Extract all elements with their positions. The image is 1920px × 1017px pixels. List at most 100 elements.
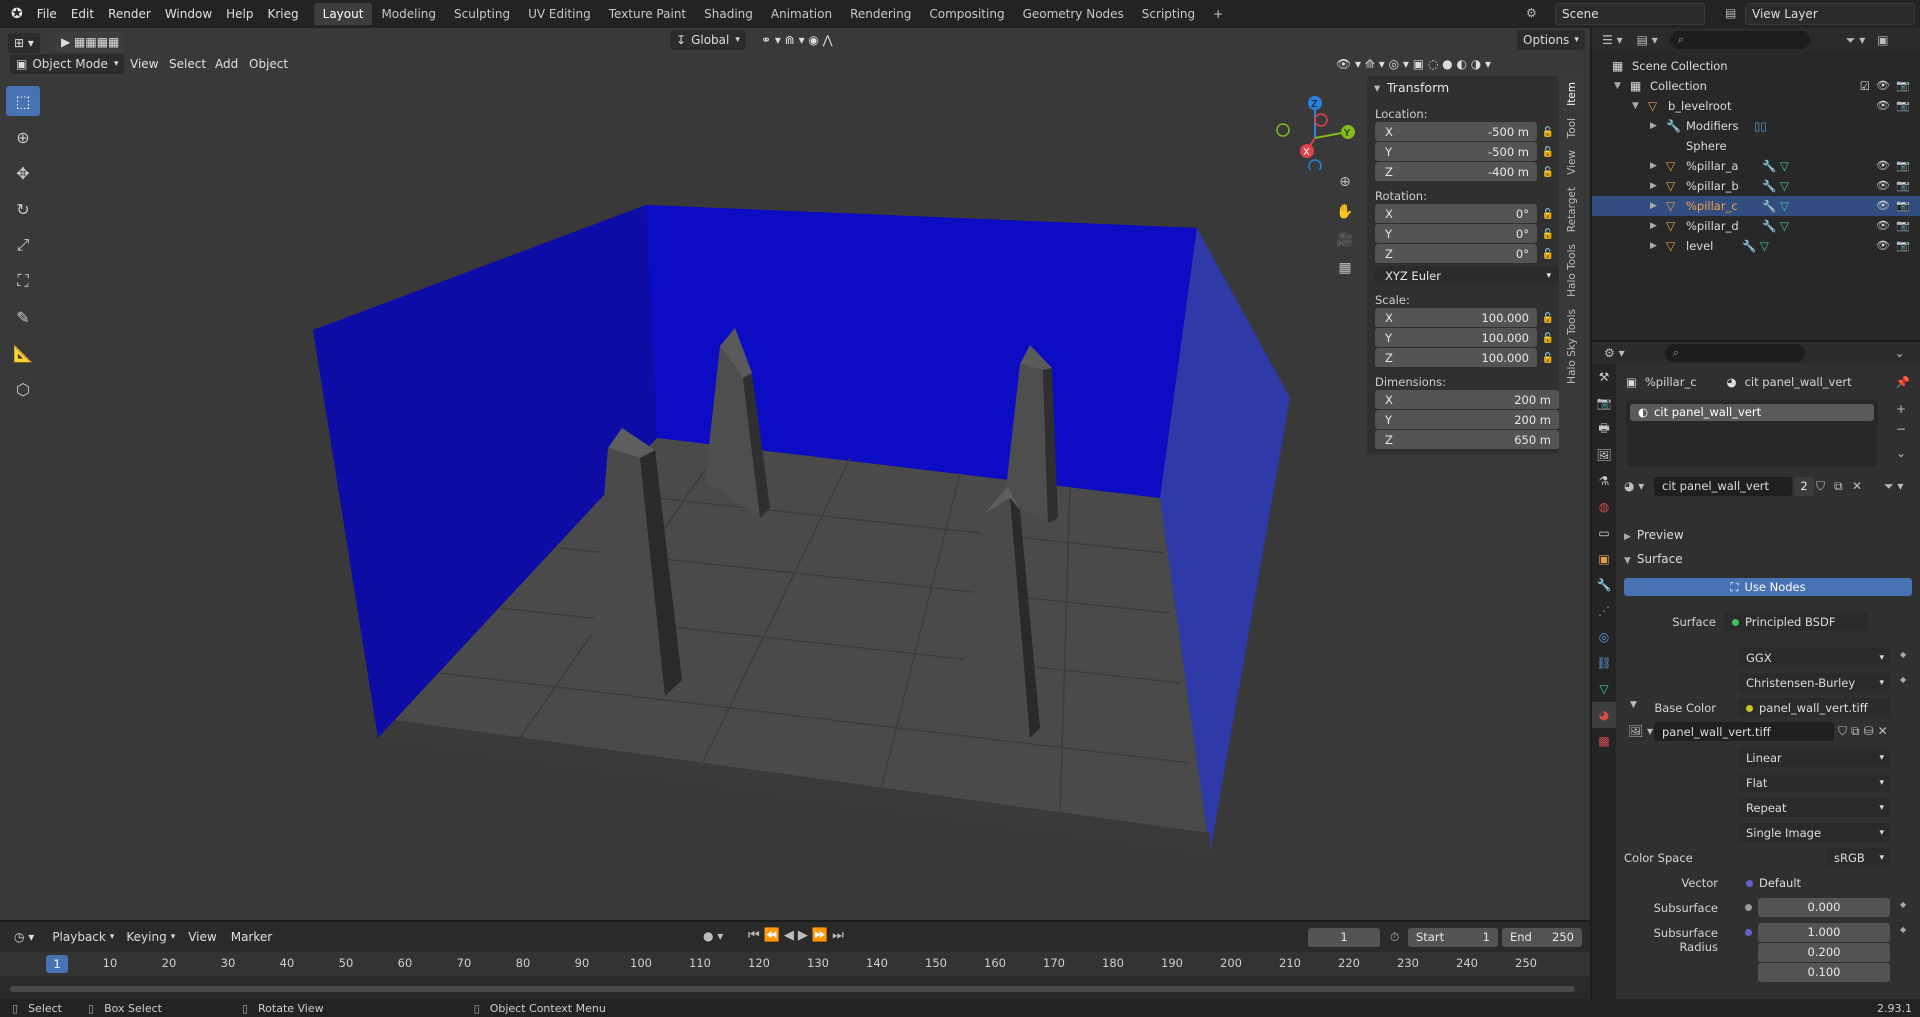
vector-field[interactable]: Default	[1738, 873, 1890, 892]
output-tab-icon[interactable]: 🖶	[1592, 416, 1616, 442]
lock-icon[interactable]: 🔓	[1537, 229, 1559, 240]
end-frame-field[interactable]: End 250	[1502, 928, 1582, 947]
source-dropdown[interactable]: Single Image ▾	[1738, 823, 1890, 842]
view-layer-tab-icon[interactable]: 🖼	[1592, 442, 1616, 468]
eye-icon[interactable]: 👁	[1876, 76, 1890, 96]
location-z-field[interactable]: Z -400 m	[1375, 162, 1537, 181]
world-tab-icon[interactable]: ◍	[1592, 494, 1616, 520]
timeline-scrollbar[interactable]	[10, 986, 1575, 992]
lock-icon[interactable]: 🔓	[1537, 249, 1559, 260]
camera-icon[interactable]: 📷	[1896, 76, 1910, 96]
lock-icon[interactable]: 🔓	[1537, 353, 1559, 364]
object-mode-dropdown[interactable]: ▣ Object Mode ▾	[10, 54, 125, 74]
surface-section[interactable]: ▼ Surface	[1624, 552, 1683, 566]
checkbox-icon[interactable]: ☑	[1860, 76, 1870, 96]
tab-layout[interactable]: Layout	[313, 3, 373, 25]
material-slot[interactable]: ◐ cit panel_wall_vert	[1630, 404, 1874, 421]
tab-shading[interactable]: Shading	[695, 3, 762, 25]
outliner-row-b-levelroot[interactable]: ▼ ▽ b_levelroot 👁 📷	[1592, 96, 1920, 116]
menu-file[interactable]: File	[30, 2, 64, 26]
viewport-menu-view[interactable]: View	[123, 52, 165, 76]
dimensions-z-field[interactable]: Z 650 m	[1375, 430, 1559, 449]
viewport-menu-select[interactable]: Select	[162, 52, 213, 76]
zoom-icon[interactable]: ⊕	[1333, 170, 1357, 194]
camera-icon[interactable]: 📷	[1896, 236, 1910, 256]
tab-geometry-nodes[interactable]: Geometry Nodes	[1014, 3, 1133, 25]
outliner-row-pillar-a[interactable]: ▶ ▽ %pillar_a 🔧 ▽ 👁 📷	[1592, 156, 1920, 176]
options-dropdown[interactable]: Options ▾	[1517, 30, 1585, 50]
lock-icon[interactable]: 🔓	[1537, 167, 1559, 178]
rotation-y-field[interactable]: Y 0°	[1375, 224, 1537, 243]
dimensions-y-field[interactable]: Y 200 m	[1375, 410, 1559, 429]
node-filter-icon[interactable]: ⏷ ▾	[1884, 479, 1903, 494]
tab-halo-tools[interactable]: Halo Tools	[1563, 238, 1581, 303]
scale-y-field[interactable]: Y 100.000	[1375, 328, 1537, 347]
tab-halo-sky-tools[interactable]: Halo Sky Tools	[1563, 303, 1581, 390]
perspective-grid-icon[interactable]: ▦	[1333, 256, 1357, 280]
shading-mode-icons[interactable]: 👁 ▾ ⟰ ▾ ◎ ▾ ▣ ◌ ● ◐ ◑ ▾	[1330, 54, 1497, 74]
rotate-tool-icon[interactable]: ↻	[6, 194, 40, 224]
location-x-field[interactable]: X -500 m	[1375, 122, 1537, 141]
timeline-view-menu[interactable]: View	[181, 925, 223, 949]
move-tool-icon[interactable]: ✥	[6, 158, 40, 188]
outliner-editor-icon[interactable]: ☰ ▾	[1602, 33, 1623, 47]
lock-icon[interactable]: 🔓	[1537, 209, 1559, 220]
physics-tab-icon[interactable]: ◎	[1592, 624, 1616, 650]
image-browse-icon[interactable]: 🖼 ▾	[1628, 724, 1653, 738]
outliner-row-pillar-c[interactable]: ▶ ▽ %pillar_c 🔧 ▽ 👁 📷	[1592, 196, 1920, 216]
stopwatch-icon[interactable]: ⏱	[1390, 930, 1399, 945]
rotation-mode-dropdown[interactable]: XYZ Euler ▾	[1375, 266, 1559, 285]
base-color-field[interactable]: panel_wall_vert.tiff	[1738, 698, 1890, 717]
outliner-row-pillar-d[interactable]: ▶ ▽ %pillar_d 🔧 ▽ 👁 📷	[1592, 216, 1920, 236]
interpolation-dropdown[interactable]: Linear ▾	[1738, 748, 1890, 767]
menu-krieg[interactable]: Krieg	[261, 2, 306, 26]
start-frame-field[interactable]: Start 1	[1408, 928, 1498, 947]
subsurface-method-dropdown[interactable]: Christensen-Burley ▾	[1738, 673, 1890, 692]
lock-icon[interactable]: 🔓	[1537, 127, 1559, 138]
subsurface-radius-x[interactable]: 1.000	[1758, 923, 1890, 942]
pivot-snap-icons[interactable]: ⚭ ▾ ⋒ ▾ ◉ ⋀	[755, 30, 839, 50]
surface-shader-field[interactable]: Principled BSDF	[1724, 612, 1868, 631]
keying-menu[interactable]: Keying ▾	[120, 927, 181, 947]
filter-icon[interactable]: ⏷ ▾	[1846, 33, 1865, 48]
expand-icon[interactable]: ▼	[1614, 76, 1621, 96]
annotate-tool-icon[interactable]: ✎	[6, 302, 40, 332]
transform-header[interactable]: Transform	[1367, 76, 1559, 100]
eye-icon[interactable]: 👁	[1876, 96, 1890, 116]
new-collection-icon[interactable]: ▣	[1877, 33, 1888, 47]
viewport-menu-add[interactable]: Add	[208, 52, 245, 76]
outliner-row-modifiers[interactable]: ▶ 🔧 Modifiers ▯▯	[1592, 116, 1920, 136]
slot-menu-icon[interactable]: ⌄	[1896, 446, 1906, 460]
viewport-menu-object[interactable]: Object	[242, 52, 295, 76]
material-tab-icon[interactable]: ◕	[1592, 702, 1616, 728]
expand-icon[interactable]: ▶	[1650, 116, 1657, 136]
camera-icon[interactable]: 📷	[1896, 96, 1910, 116]
image-icons[interactable]: ⛉⧉⛁✕	[1838, 724, 1892, 739]
rotation-z-field[interactable]: Z 0°	[1375, 244, 1537, 263]
eye-icon[interactable]: 👁	[1876, 196, 1890, 216]
unlink-icon[interactable]: ✕	[1852, 479, 1862, 493]
current-frame-field[interactable]: 1	[1308, 928, 1380, 947]
pan-hand-icon[interactable]: ✋	[1333, 200, 1357, 224]
editor-type-button[interactable]: ⊞ ▾	[8, 33, 40, 53]
eye-icon[interactable]: 👁	[1876, 176, 1890, 196]
camera-icon[interactable]: 🎥	[1333, 228, 1357, 252]
outliner-row-scene-collection[interactable]: ▦ Scene Collection	[1592, 56, 1920, 76]
outliner-row-pillar-b[interactable]: ▶ ▽ %pillar_b 🔧 ▽ 👁 📷	[1592, 176, 1920, 196]
outliner-row-collection[interactable]: ▼ ▦ Collection ☑ 👁 📷	[1592, 76, 1920, 96]
menu-help[interactable]: Help	[219, 2, 260, 26]
expand-icon[interactable]: ▶	[1650, 196, 1657, 216]
select-mode-icons[interactable]: ▶ ▦▦▦▦	[55, 32, 126, 52]
camera-icon[interactable]: 📷	[1896, 156, 1910, 176]
fake-user-icon[interactable]: ⛉	[1816, 479, 1825, 494]
collection-tab-icon[interactable]: ▭	[1592, 520, 1616, 546]
menu-render[interactable]: Render	[101, 2, 158, 26]
preview-section[interactable]: ▶ Preview	[1624, 528, 1684, 542]
duplicate-icon[interactable]: ⧉	[1834, 479, 1843, 494]
transform-orientation-dropdown[interactable]: ↧ Global ▾	[670, 30, 746, 50]
subsurface-field[interactable]: 0.000	[1758, 898, 1890, 917]
lock-icon[interactable]: 🔓	[1537, 313, 1559, 324]
properties-search[interactable]: ⌕	[1664, 344, 1805, 362]
timeline-editor-type[interactable]: ◷ ▾	[8, 927, 40, 947]
eye-icon[interactable]: 👁	[1876, 216, 1890, 236]
